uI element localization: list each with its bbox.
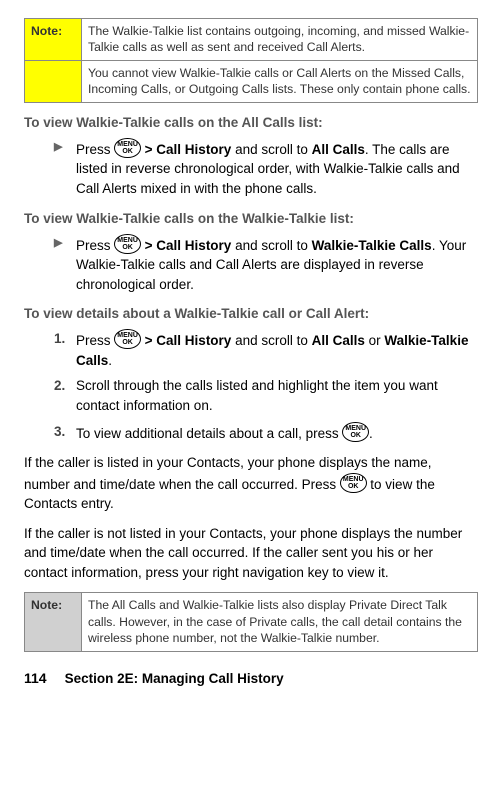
step-number: 2. (54, 376, 76, 415)
steps-wt-list: ▶ Press MENUOK > Call History and scroll… (54, 234, 478, 295)
note-box-1: Note: The Walkie-Talkie list contains ou… (24, 18, 478, 103)
paragraph-contacts-listed: If the caller is listed in your Contacts… (24, 453, 478, 514)
page-footer: 114 Section 2E: Managing Call History (24, 670, 478, 686)
note-label: Note: (25, 19, 82, 61)
step-item-2: 2. Scroll through the calls listed and h… (54, 376, 478, 415)
step-number: 3. (54, 422, 76, 444)
note-label: Note: (25, 593, 82, 651)
document-page: Note: The Walkie-Talkie list contains ou… (0, 0, 502, 696)
step-item: ▶ Press MENUOK > Call History and scroll… (54, 234, 478, 295)
note-label-empty (25, 60, 82, 102)
step-item-1: 1. Press MENUOK > Call History and scrol… (54, 329, 478, 370)
page-number: 114 (24, 670, 47, 686)
step-text: Press MENUOK > Call History and scroll t… (76, 329, 478, 370)
step-text: To view additional details about a call,… (76, 422, 373, 444)
steps-all-calls: ▶ Press MENUOK > Call History and scroll… (54, 138, 478, 199)
heading-details: To view details about a Walkie-Talkie ca… (24, 306, 478, 321)
step-text: Press MENUOK > Call History and scroll t… (76, 138, 478, 199)
heading-all-calls: To view Walkie-Talkie calls on the All C… (24, 115, 478, 130)
step-text: Scroll through the calls listed and high… (76, 376, 478, 415)
steps-details: 1. Press MENUOK > Call History and scrol… (54, 329, 478, 443)
step-text: Press MENUOK > Call History and scroll t… (76, 234, 478, 295)
step-number: 1. (54, 329, 76, 370)
step-item-3: 3. To view additional details about a ca… (54, 422, 478, 444)
note-text-2: The All Calls and Walkie-Talkie lists al… (82, 593, 478, 651)
paragraph-contacts-not-listed: If the caller is not listed in your Cont… (24, 524, 478, 583)
menu-ok-icon: MENUOK (114, 234, 141, 254)
note-text-1a: The Walkie-Talkie list contains outgoing… (82, 19, 478, 61)
section-title: Section 2E: Managing Call History (65, 671, 284, 686)
menu-ok-icon: MENUOK (342, 422, 369, 442)
menu-ok-icon: MENUOK (340, 473, 367, 493)
menu-ok-icon: MENUOK (114, 329, 141, 349)
menu-ok-icon: MENUOK (114, 138, 141, 158)
triangle-marker-icon: ▶ (54, 138, 76, 199)
heading-wt-list: To view Walkie-Talkie calls on the Walki… (24, 211, 478, 226)
note-box-2: Note: The All Calls and Walkie-Talkie li… (24, 592, 478, 651)
note-text-1b: You cannot view Walkie-Talkie calls or C… (82, 60, 478, 102)
triangle-marker-icon: ▶ (54, 234, 76, 295)
step-item: ▶ Press MENUOK > Call History and scroll… (54, 138, 478, 199)
